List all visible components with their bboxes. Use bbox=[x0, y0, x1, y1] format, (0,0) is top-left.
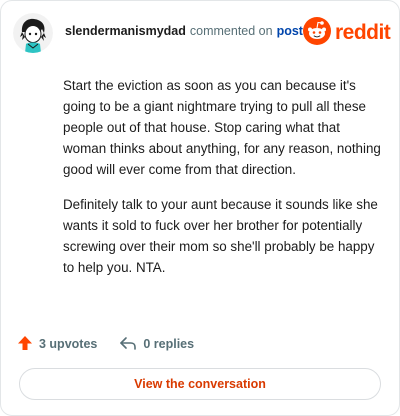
upvote-arrow-icon bbox=[17, 335, 33, 354]
comment-header: slendermanismydad commented on post redd… bbox=[13, 11, 391, 55]
upvote-button[interactable]: 3 upvotes bbox=[17, 335, 97, 354]
reddit-brand[interactable]: reddit bbox=[302, 16, 391, 50]
reply-count: 0 replies bbox=[143, 337, 195, 351]
comment-body: Start the eviction as soon as you can be… bbox=[63, 75, 381, 292]
post-link[interactable]: post bbox=[277, 24, 303, 38]
replies-button[interactable]: 0 replies bbox=[119, 335, 194, 354]
commented-label: commented on bbox=[189, 24, 273, 38]
reddit-snoo-icon bbox=[302, 16, 331, 50]
comment-card: slendermanismydad commented on post redd… bbox=[0, 0, 400, 416]
reddit-wordmark: reddit bbox=[334, 21, 391, 44]
comment-actions: 3 upvotes 0 replies bbox=[17, 333, 194, 355]
comment-paragraph: Definitely talk to your aunt because it … bbox=[63, 197, 378, 275]
comment-meta: slendermanismydad commented on post bbox=[65, 24, 303, 38]
avatar[interactable] bbox=[13, 13, 53, 53]
username[interactable]: slendermanismydad bbox=[65, 24, 186, 38]
reply-arrow-icon bbox=[119, 335, 137, 354]
comment-paragraph: Start the eviction as soon as you can be… bbox=[63, 78, 381, 177]
view-conversation-button[interactable]: View the conversation bbox=[19, 368, 381, 400]
upvote-count: 3 upvotes bbox=[39, 337, 98, 351]
